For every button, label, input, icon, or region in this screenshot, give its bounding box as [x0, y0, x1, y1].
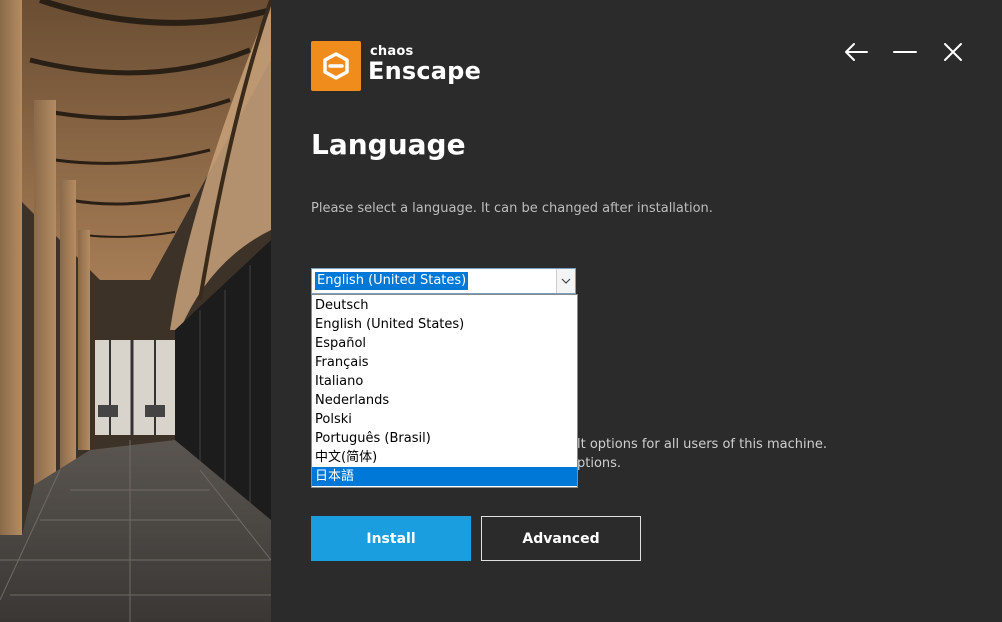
page-description: Please select a language. It can be chan… [311, 201, 713, 216]
language-option-portugues-brasil[interactable]: Português (Brasil) [312, 429, 577, 448]
dropdown-toggle[interactable] [556, 269, 575, 293]
language-option-espanol[interactable]: Español [312, 334, 577, 353]
minimize-button[interactable] [889, 36, 921, 68]
page-title: Language [311, 128, 466, 161]
chevron-down-icon [561, 278, 571, 284]
brand-enscape: Enscape [368, 57, 482, 85]
language-option-italiano[interactable]: Italiano [312, 372, 577, 391]
language-option-chinese-simplified[interactable]: 中文(简体) [312, 448, 577, 467]
minimize-icon [893, 51, 917, 53]
install-button[interactable]: Install [311, 516, 471, 561]
close-icon [944, 43, 962, 61]
installer-window: chaos Enscape Language Please select a l… [0, 0, 1002, 622]
language-option-polski[interactable]: Polski [312, 410, 577, 429]
language-option-nederlands[interactable]: Nederlands [312, 391, 577, 410]
options-text-line2: ptions. [577, 456, 622, 471]
hero-image [0, 0, 271, 622]
language-select-value: English (United States) [315, 272, 469, 290]
enscape-logo-icon [311, 41, 361, 91]
language-option-english-us[interactable]: English (United States) [312, 315, 577, 334]
advanced-button[interactable]: Advanced [481, 516, 641, 561]
options-text-line1: lt options for all users of this machine… [577, 437, 827, 452]
language-option-japanese[interactable]: 日本語 [312, 467, 577, 486]
language-dropdown-list: Deutsch English (United States) Español … [311, 294, 578, 488]
close-button[interactable] [937, 36, 969, 68]
language-option-deutsch[interactable]: Deutsch [312, 296, 577, 315]
arrow-left-icon [845, 43, 868, 61]
language-select[interactable]: English (United States) [311, 268, 576, 294]
language-option-francais[interactable]: Français [312, 353, 577, 372]
back-button[interactable] [840, 36, 872, 68]
